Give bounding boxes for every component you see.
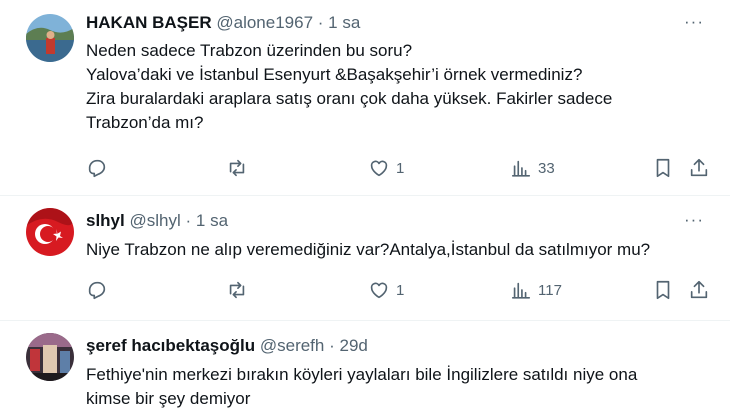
retweet-icon [229, 281, 245, 299]
reply-button[interactable] [86, 278, 108, 302]
more-icon[interactable]: ··· [684, 210, 704, 230]
like-icon [370, 282, 388, 299]
tweet-text-line: Yalova’daki ve İstanbul Esenyurt &Başakş… [86, 65, 583, 84]
tweet-text-line: Neden sadece Trabzon üzerinden bu soru? [86, 41, 413, 60]
user-handle[interactable]: @serefh [260, 336, 325, 355]
like-count: 1 [396, 159, 405, 177]
tweet-text-line: Fethiye'nin merkezi bırakın köyleri yayl… [86, 365, 638, 384]
views-icon [511, 282, 531, 299]
avatar[interactable] [26, 14, 74, 62]
tweet-text-line: Trabzon’da mı? [86, 113, 204, 132]
tweet-header: slhyl @slhyl · 1 sa [86, 210, 228, 232]
separator: · [329, 336, 335, 355]
views-count: 33 [538, 159, 555, 177]
like-button[interactable]: 1 [368, 156, 404, 180]
timestamp[interactable]: 29d [340, 336, 368, 355]
reply-icon [88, 159, 106, 178]
tweet-3[interactable]: şeref hacıbektaşoğlu @serefh · 29d Fethi… [0, 321, 730, 420]
action-bar: 1 33 [86, 156, 716, 180]
retweet-button[interactable] [226, 278, 248, 302]
reply-icon [88, 281, 106, 300]
tweet-header: HAKAN BAŞER @alone1967 · 1 sa [86, 12, 360, 34]
tweet-2[interactable]: slhyl @slhyl · 1 sa ··· Niye Trabzon ne … [0, 196, 730, 319]
share-icon [690, 280, 708, 299]
display-name[interactable]: HAKAN BAŞER [86, 13, 212, 32]
tweet-text-line: Niye Trabzon ne alıp veremediğiniz var?A… [86, 240, 651, 259]
retweet-button[interactable] [226, 156, 248, 180]
tweet-1[interactable]: HAKAN BAŞER @alone1967 · 1 sa ··· Neden … [0, 0, 730, 195]
avatar[interactable] [26, 208, 74, 256]
share-button[interactable] [688, 278, 710, 302]
tweet-text: Fethiye'nin merkezi bırakın köyleri yayl… [86, 363, 706, 411]
tweet-header: şeref hacıbektaşoğlu @serefh · 29d [86, 335, 368, 357]
like-count: 1 [396, 281, 405, 299]
like-button[interactable]: 1 [368, 278, 404, 302]
user-handle[interactable]: @alone1967 [216, 13, 313, 32]
tweet-text: Niye Trabzon ne alıp veremediğiniz var?A… [86, 238, 706, 262]
views-icon [511, 160, 531, 177]
retweet-icon [229, 159, 245, 177]
tweet-text-line: Zira buralardaki araplara satış oranı ço… [86, 89, 613, 108]
tweet-text: Neden sadece Trabzon üzerinden bu soru? … [86, 39, 706, 135]
user-handle[interactable]: @slhyl [129, 211, 180, 230]
bookmark-icon [656, 158, 670, 178]
views-button[interactable]: 117 [510, 278, 562, 302]
views-count: 117 [538, 281, 562, 299]
tweet-text-line: kimse bir şey demiyor [86, 389, 251, 408]
share-icon [690, 158, 708, 177]
separator: · [185, 211, 192, 230]
views-button[interactable]: 33 [510, 156, 555, 180]
display-name[interactable]: şeref hacıbektaşoğlu [86, 336, 255, 355]
bookmark-button[interactable] [652, 278, 674, 302]
avatar[interactable] [26, 333, 74, 381]
share-button[interactable] [688, 156, 710, 180]
display-name[interactable]: slhyl [86, 211, 125, 230]
separator: · [317, 13, 324, 32]
bookmark-icon [656, 280, 670, 300]
timestamp[interactable]: 1 sa [196, 211, 228, 230]
like-icon [370, 160, 388, 177]
timestamp[interactable]: 1 sa [328, 13, 360, 32]
bookmark-button[interactable] [652, 156, 674, 180]
reply-button[interactable] [86, 156, 108, 180]
action-bar: 1 117 [86, 278, 716, 302]
more-icon[interactable]: ··· [684, 12, 704, 32]
